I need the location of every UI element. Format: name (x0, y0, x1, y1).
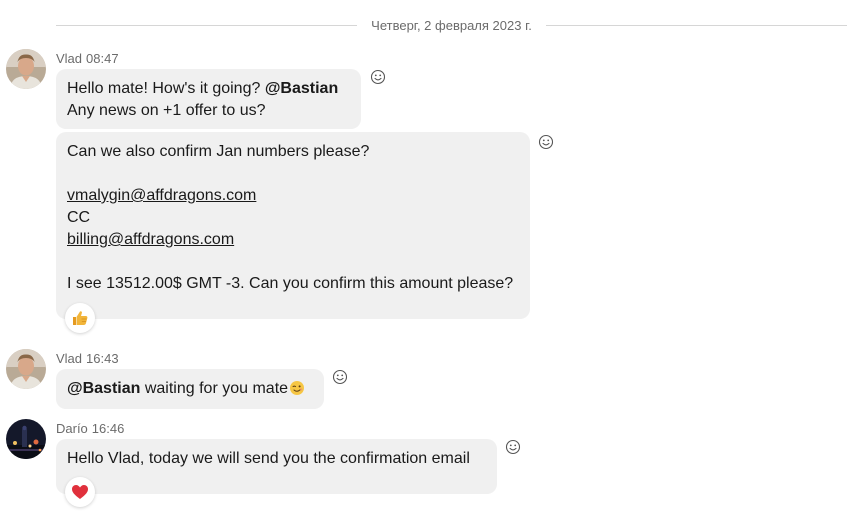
message-line: Hello Vlad, today we will send you the c… (67, 450, 470, 467)
date-divider: Четверг, 2 февраля 2023 г. (56, 14, 847, 36)
message-header: Vlad 16:43 (56, 351, 119, 366)
avatar-photo-dario (6, 419, 46, 459)
message-bubble[interactable]: Hello mate! How's it going? @Bastian Any… (56, 69, 361, 129)
add-reaction-icon[interactable] (538, 134, 554, 150)
avatar-dario[interactable] (6, 419, 46, 459)
avatar-photo-vlad (6, 49, 46, 89)
message-time: 16:46 (91, 421, 125, 436)
message-time: 16:43 (86, 351, 119, 366)
wink-emoji-icon (289, 380, 305, 403)
divider-line-right (545, 24, 847, 26)
add-reaction-icon[interactable] (370, 69, 386, 85)
heart-icon (72, 485, 88, 499)
email-link-vmalygin[interactable]: vmalygin@affdragons.com (67, 187, 256, 204)
message-header: Vlad 08:47 (56, 51, 119, 66)
message-line: billing@affdragons.com (67, 229, 519, 251)
reaction-heart[interactable] (65, 477, 95, 507)
avatar-photo-vlad (6, 349, 46, 389)
message-bubble[interactable]: @Bastian waiting for you mate (56, 369, 324, 409)
sender-name[interactable]: Vlad (56, 51, 82, 66)
mention-bastian[interactable]: @Bastian (265, 80, 338, 97)
date-divider-text: Четверг, 2 февраля 2023 г. (371, 17, 532, 33)
reaction-thumbs-up[interactable] (65, 303, 95, 333)
message-line: Can we also confirm Jan numbers please? (67, 143, 370, 160)
message-line: vmalygin@affdragons.com (67, 185, 519, 207)
avatar-vlad[interactable] (6, 49, 46, 89)
avatar-vlad[interactable] (6, 349, 46, 389)
message-text: waiting for you mate (140, 380, 289, 397)
add-reaction-icon[interactable] (332, 369, 348, 385)
sender-name[interactable]: Vlad (56, 351, 82, 366)
add-reaction-icon[interactable] (505, 439, 521, 455)
message-bubble[interactable]: Hello Vlad, today we will send you the c… (56, 439, 497, 494)
thumbs-up-icon (73, 311, 88, 325)
message-text: Hello mate! How's it going? (67, 80, 265, 97)
message-line: I see 13512.00$ GMT -3. Can you confirm … (67, 275, 514, 292)
message-bubble[interactable]: Can we also confirm Jan numbers please? … (56, 132, 530, 319)
message-line: CC (67, 209, 91, 226)
message-line: Hello mate! How's it going? @Bastian (67, 78, 350, 100)
message-time: 08:47 (86, 51, 119, 66)
divider-line-left (56, 24, 358, 26)
message-line: @Bastian waiting for you mate (67, 378, 313, 403)
email-link-billing[interactable]: billing@affdragons.com (67, 231, 234, 248)
mention-bastian[interactable]: @Bastian (67, 380, 140, 397)
sender-name[interactable]: Darío (56, 421, 88, 436)
message-line: Any news on +1 offer to us? (67, 102, 266, 119)
message-header: Darío 16:46 (56, 421, 124, 436)
